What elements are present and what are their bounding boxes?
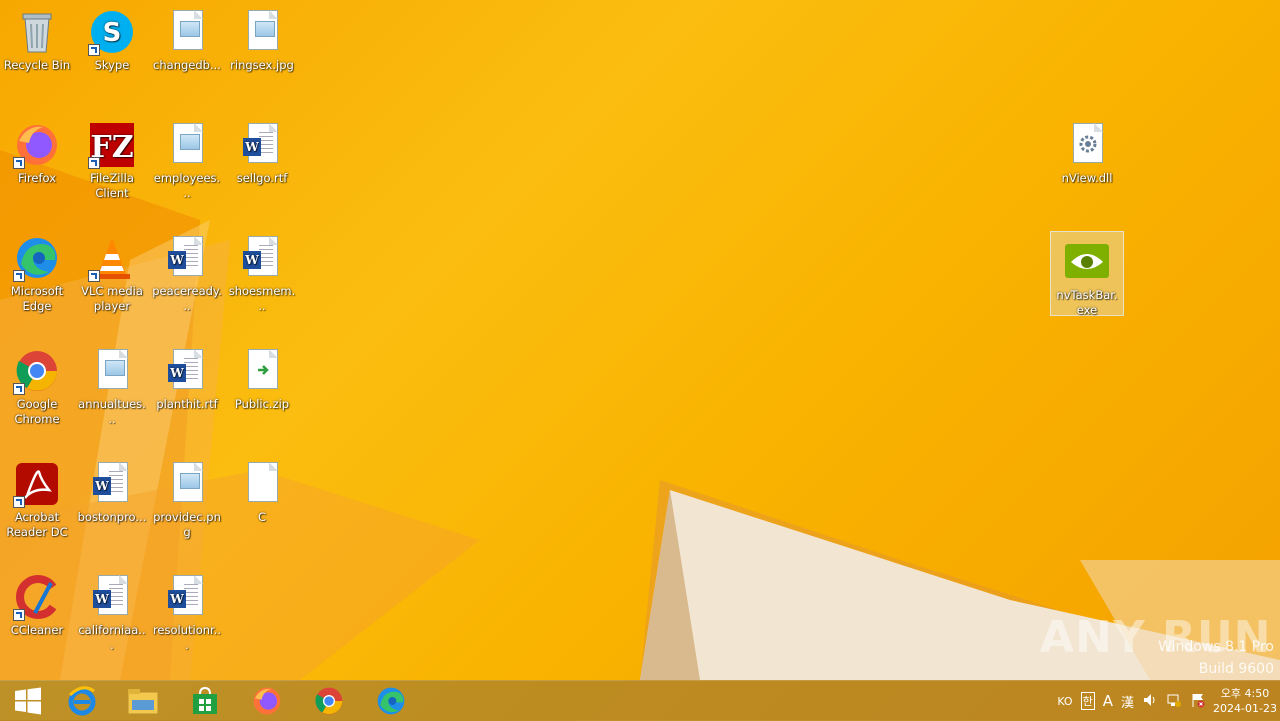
desktop-icon-resolutionr[interactable]: W resolutionr... [150,567,224,652]
blank-file-icon [238,460,286,508]
clock[interactable]: 오후 4:50 2024-01-23 [1210,686,1280,716]
shortcut-arrow-icon [88,44,100,56]
firefox-icon [253,687,281,715]
taskbar-internet-explorer[interactable] [54,681,110,721]
desktop-icon-annualtues[interactable]: annualtues... [75,341,149,426]
network-icon[interactable] [1166,692,1182,711]
desktop-icon-planthit[interactable]: W planthit.rtf [150,341,224,415]
desktop-icon-employees[interactable]: employees... [150,115,224,200]
shortcut-arrow-icon [88,270,100,282]
ime-hanja-indicator[interactable]: 漢 [1121,692,1134,711]
edge-icon [377,687,405,715]
chrome-icon [315,687,343,715]
desktop-icon-recycle-bin[interactable]: Recycle Bin [0,2,74,76]
desktop-icon-peaceready[interactable]: W peaceready... [150,228,224,313]
taskbar-chrome[interactable] [301,681,357,721]
shortcut-arrow-icon [13,157,25,169]
taskbar-file-explorer[interactable] [115,681,171,721]
nvidia-icon [1063,238,1111,286]
ime-full-width-indicator[interactable]: A [1103,692,1113,710]
image-file-icon [238,8,286,56]
desktop-icon-filezilla[interactable]: FZ FileZilla Client [75,115,149,203]
ime-hangul-indicator[interactable]: 한 [1080,692,1095,710]
desktop-icon-microsoft-edge[interactable]: Microsoft Edge [0,228,74,316]
windows-edition-text: Windows 8.1 Pro [1158,639,1274,655]
folder-icon [127,689,159,715]
shortcut-arrow-icon [13,383,25,395]
desktop-icon-c[interactable]: C [225,454,299,528]
image-file-icon [163,8,211,56]
word-document-icon: W [163,234,211,282]
system-tray: KO 한 A 漢 오후 4:50 2024-01-23 [1053,681,1280,721]
desktop-icon-ringsex[interactable]: ringsex.jpg [225,2,299,76]
taskbar: KO 한 A 漢 오후 4:50 2024-01-23 [0,680,1280,721]
shortcut-arrow-icon [13,609,25,621]
desktop-icon-sellgo[interactable]: W sellgo.rtf [225,115,299,189]
recycle-bin-icon [13,8,61,56]
action-center-flag-icon[interactable] [1190,692,1206,711]
desktop-icon-shoesmem[interactable]: W shoesmem... [225,228,299,313]
shortcut-arrow-icon [13,270,25,282]
desktop-icon-nview-dll[interactable]: nView.dll [1050,115,1124,189]
edge-icon [13,234,61,282]
image-file-icon [163,460,211,508]
windows-version-watermark: Windows 8.1 Pro Build 9600 [1158,636,1274,680]
desktop-icon-changedb[interactable]: changedb... [150,2,224,76]
taskbar-store[interactable] [177,681,233,721]
ccleaner-icon [13,573,61,621]
skype-icon: S [88,8,136,56]
windows-logo-icon [15,687,41,715]
volume-icon[interactable] [1142,692,1158,711]
word-document-icon: W [163,347,211,395]
word-document-icon: W [163,573,211,621]
clock-date: 2024-01-23 [1213,702,1277,715]
clock-time: 오후 4:50 [1220,687,1270,700]
desktop-icon-nvtaskbar-exe[interactable]: nvTaskBar.exe [1050,231,1124,317]
start-button[interactable] [0,681,56,721]
filezilla-icon: FZ [88,121,136,169]
zip-file-icon [238,347,286,395]
store-bag-icon [193,686,217,714]
desktop-icon-acrobat-reader[interactable]: Acrobat Reader DC [0,454,74,542]
firefox-icon [13,121,61,169]
image-file-icon [163,121,211,169]
desktop-icon-ccleaner[interactable]: CCleaner [0,567,74,641]
svg-text:S: S [103,18,122,48]
chrome-icon [13,347,61,395]
taskbar-edge[interactable] [363,681,419,721]
word-document-icon: W [88,573,136,621]
shortcut-arrow-icon [88,157,100,169]
acrobat-icon [13,460,61,508]
word-document-icon: W [238,234,286,282]
image-file-icon [88,347,136,395]
internet-explorer-icon [68,686,96,716]
desktop-icon-providec[interactable]: providec.png [150,454,224,539]
windows-build-text: Build 9600 [1198,661,1274,677]
desktop-icon-vlc[interactable]: VLC media player [75,228,149,316]
desktop-icon-californiaa[interactable]: W californiaa... [75,567,149,652]
desktop-icon-bostonpro[interactable]: W bostonpro... [75,454,149,528]
desktop-icon-public-zip[interactable]: Public.zip [225,341,299,415]
word-document-icon: W [238,121,286,169]
word-document-icon: W [88,460,136,508]
language-indicator[interactable]: KO [1057,695,1072,708]
vlc-cone-icon [88,234,136,282]
taskbar-firefox[interactable] [239,681,295,721]
desktop-icon-skype[interactable]: S Skype [75,2,149,76]
dll-gear-file-icon [1063,121,1111,169]
desktop-icon-firefox[interactable]: Firefox [0,115,74,203]
desktop-icon-google-chrome[interactable]: Google Chrome [0,341,74,429]
shortcut-arrow-icon [13,496,25,508]
